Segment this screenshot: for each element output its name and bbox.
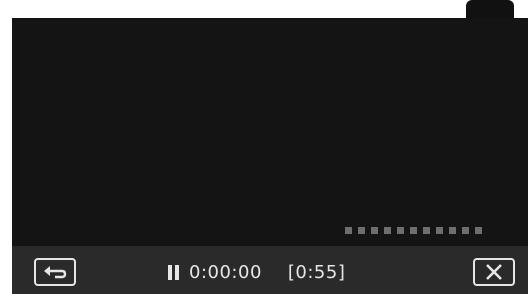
pause-icon[interactable] (168, 264, 179, 280)
player-screen: 0:00:00 [0:55] (12, 18, 528, 294)
close-x-icon (486, 264, 502, 280)
elapsed-time: 0:00:00 (189, 261, 262, 283)
progress-dot (371, 227, 378, 234)
progress-dot (345, 227, 352, 234)
progress-indicator (345, 227, 482, 235)
progress-dot (397, 227, 404, 234)
progress-dot (423, 227, 430, 234)
back-button[interactable] (34, 258, 76, 286)
top-tab (466, 0, 514, 18)
progress-dot (384, 227, 391, 234)
control-bar: 0:00:00 [0:55] (12, 246, 528, 294)
progress-dot (475, 227, 482, 234)
return-arrow-icon (44, 266, 67, 279)
close-button[interactable] (473, 258, 515, 286)
video-area[interactable] (12, 18, 528, 246)
playback-status: 0:00:00 [0:55] (168, 259, 345, 285)
progress-dot (436, 227, 443, 234)
remaining-time: [0:55] (287, 261, 346, 283)
progress-dot (449, 227, 456, 234)
progress-dot (358, 227, 365, 234)
progress-dot (410, 227, 417, 234)
progress-dot (462, 227, 469, 234)
